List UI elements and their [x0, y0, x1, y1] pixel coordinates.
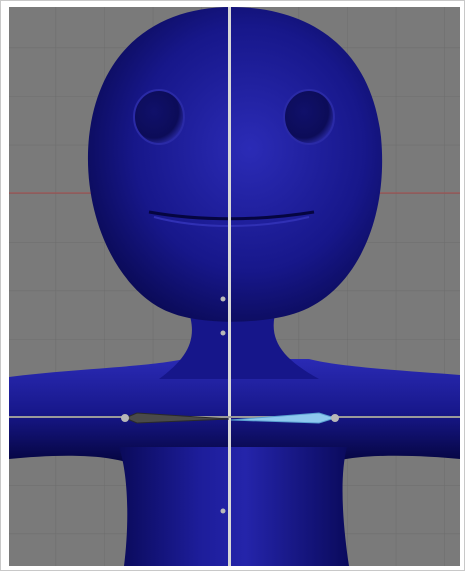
- eye-socket-right: [133, 89, 185, 145]
- bone-joint[interactable]: [121, 414, 129, 422]
- 3d-viewport[interactable]: [9, 7, 460, 566]
- head: [87, 7, 383, 322]
- symmetry-line: [228, 7, 231, 566]
- torso: [119, 447, 349, 566]
- bone-joint[interactable]: [331, 414, 339, 422]
- image-frame: [0, 0, 465, 571]
- spine-joint[interactable]: [220, 296, 226, 302]
- spine-joint[interactable]: [220, 330, 226, 336]
- eye-socket-left: [283, 89, 335, 145]
- viewport-canvas[interactable]: [9, 7, 460, 566]
- spine-joint[interactable]: [220, 508, 226, 514]
